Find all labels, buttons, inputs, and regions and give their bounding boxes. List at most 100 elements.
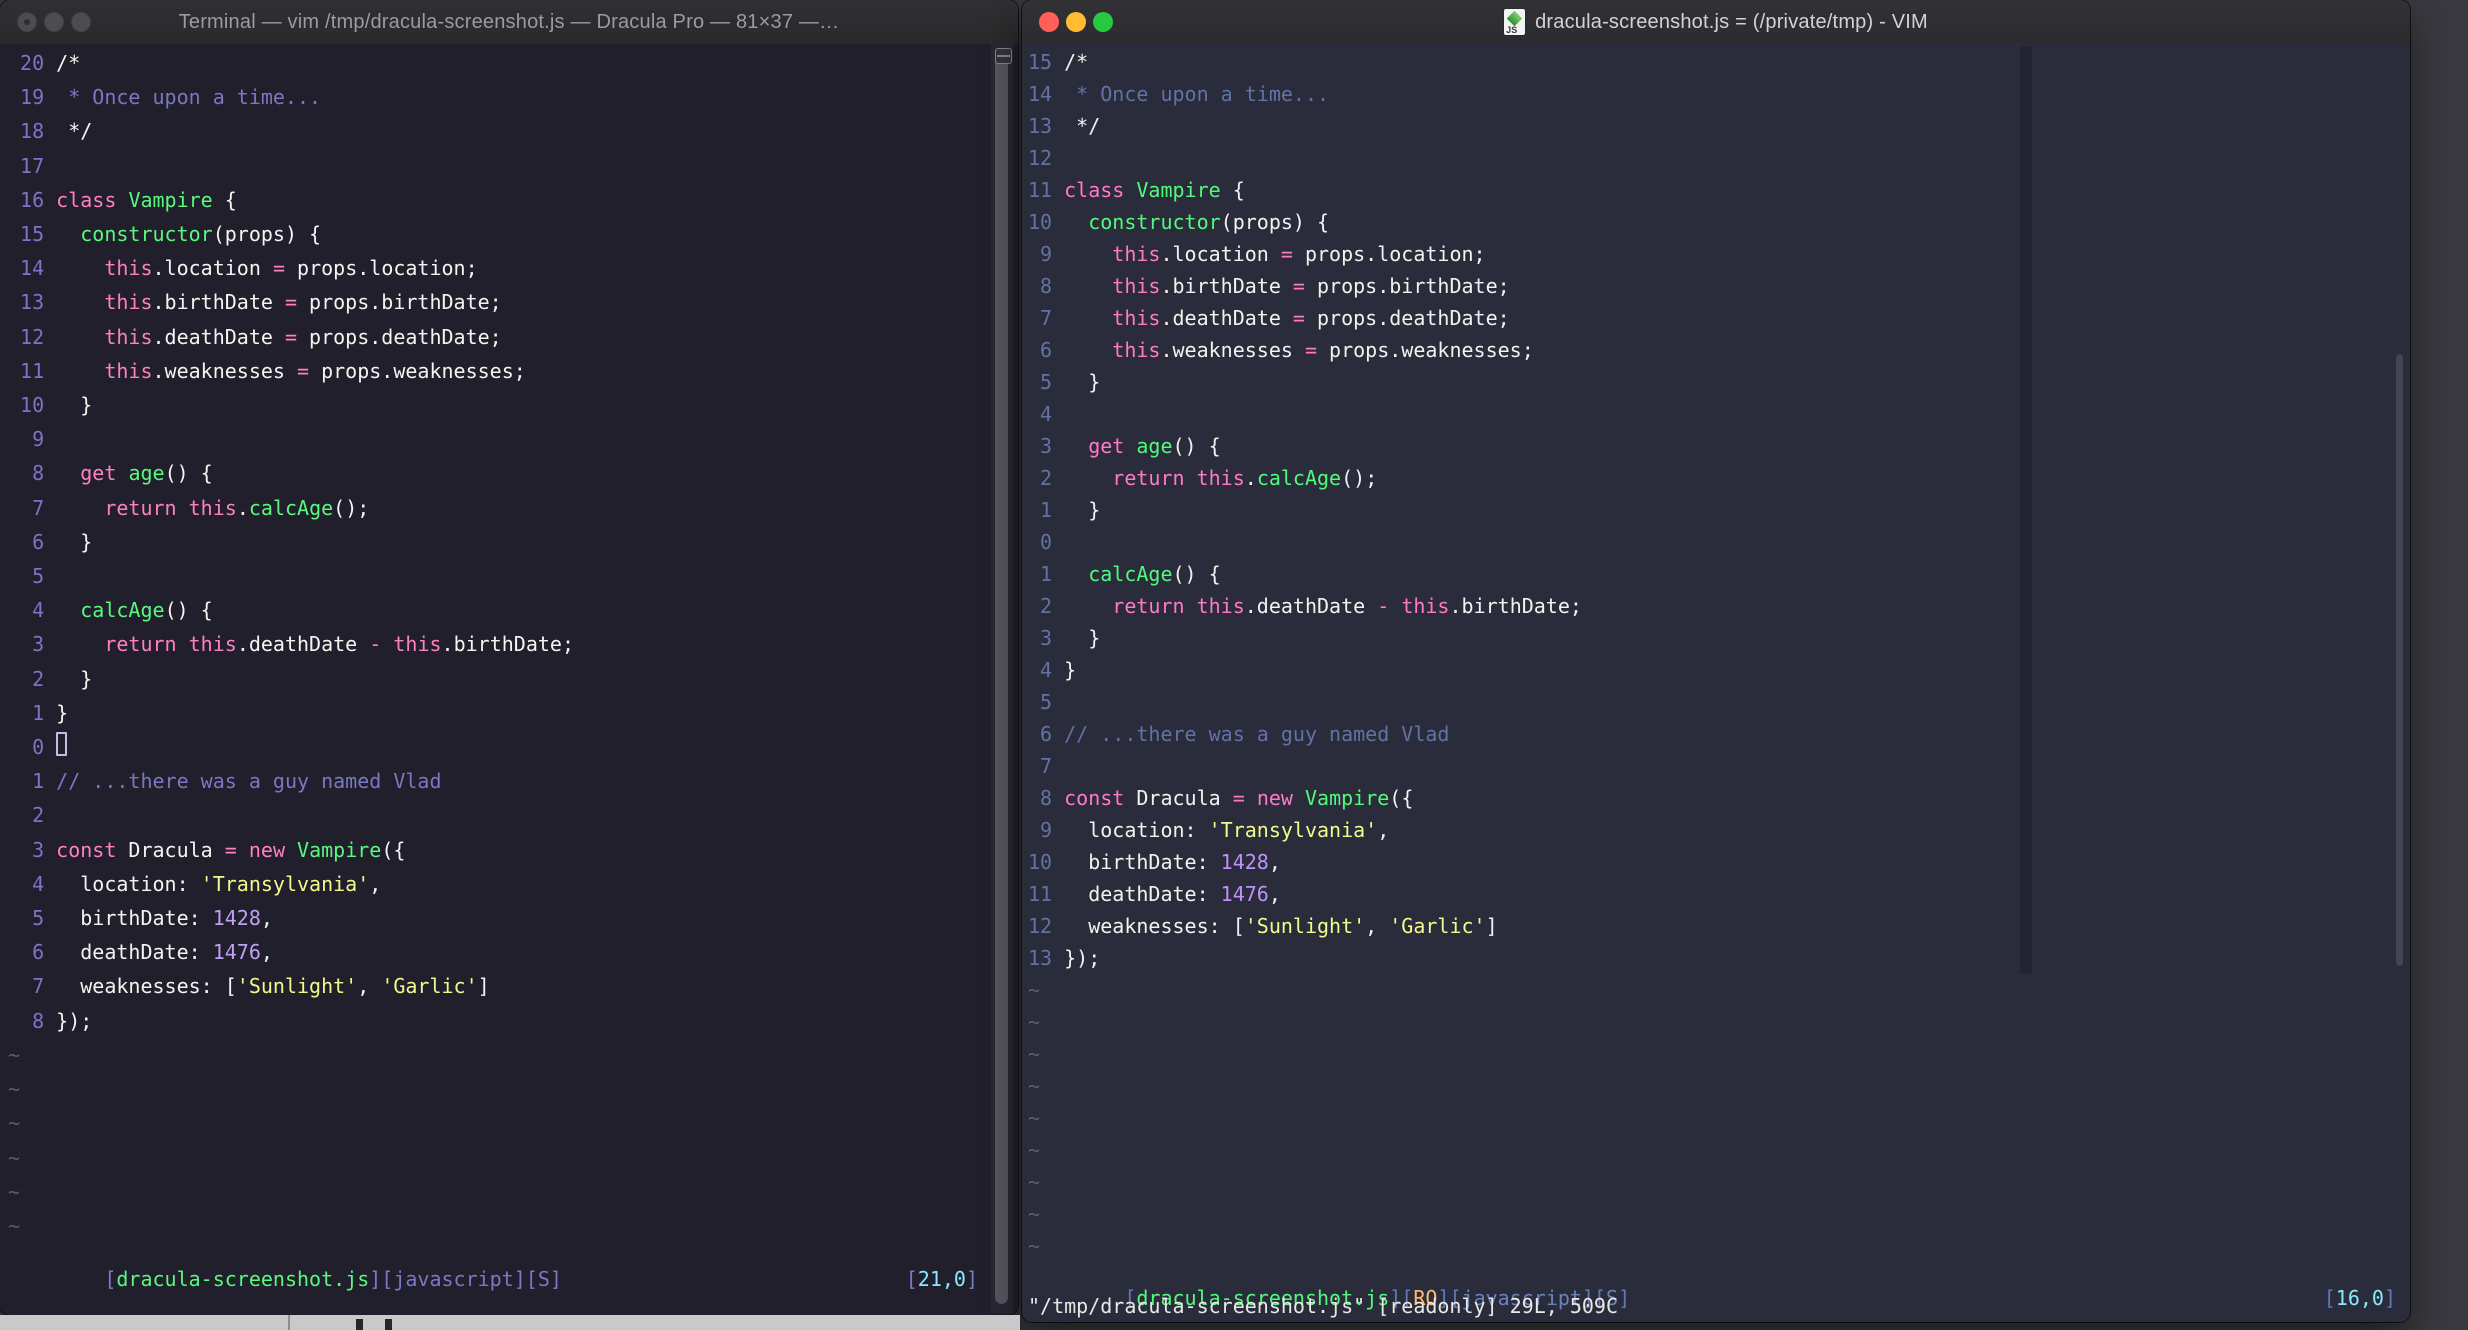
- traffic-lights: [17, 12, 91, 32]
- scrollbar[interactable]: [991, 44, 1013, 1313]
- code-line: 8 const Dracula = new Vampire({: [1028, 786, 1414, 810]
- code-line: 5 birthDate: 1428,: [8, 906, 273, 931]
- code-line: 4: [1028, 402, 1065, 426]
- code-line: ~: [1028, 1106, 1041, 1130]
- code-line: 3 get age() {: [1028, 434, 1221, 458]
- zoom-button[interactable]: [71, 12, 91, 32]
- code-line: ~: [1028, 1138, 1041, 1162]
- code-line: 0: [1028, 530, 1065, 554]
- terminal-window-title: Terminal — vim /tmp/dracula-screenshot.j…: [179, 11, 840, 34]
- code-line: 5: [1028, 690, 1065, 714]
- code-line: 10 birthDate: 1428,: [1028, 850, 1281, 874]
- code-line: 8 this.birthDate = props.birthDate;: [1028, 274, 1510, 298]
- minimize-button[interactable]: [44, 12, 64, 32]
- close-button[interactable]: [17, 12, 37, 32]
- code-buffer: 20 /* 19 * Once upon a time... 18 */ 17 …: [8, 46, 574, 1243]
- code-line: 5: [8, 564, 57, 589]
- code-line: 14 this.location = props.location;: [8, 256, 478, 281]
- code-line: 4 }: [1028, 658, 1077, 682]
- code-line: 11 this.weaknesses = props.weaknesses;: [8, 358, 526, 383]
- zoom-button[interactable]: [1093, 12, 1113, 32]
- code-line: 18 */: [8, 119, 93, 144]
- code-line: 13 */: [1028, 114, 1101, 138]
- code-line: 1 // ...there was a guy named Vlad: [8, 769, 442, 794]
- vim-editor-terminal[interactable]: 20 /* 19 * Once upon a time... 18 */ 17 …: [0, 44, 1018, 1315]
- code-line: 4 location: 'Transylvania',: [8, 871, 382, 896]
- macvim-window-title: JS dracula-screenshot.js = (/private/tmp…: [1504, 9, 1928, 35]
- code-line: 8 get age() {: [8, 461, 213, 486]
- vim-message-line: "/tmp/dracula-screenshot.js" [readonly] …: [1028, 1294, 1619, 1318]
- minimize-button[interactable]: [1066, 12, 1086, 32]
- code-line: 9: [8, 427, 57, 452]
- split-pane-icon[interactable]: [995, 48, 1012, 64]
- code-line: 3 const Dracula = new Vampire({: [8, 837, 406, 862]
- code-line: 15 /*: [1028, 50, 1089, 74]
- code-line: 14 * Once upon a time...: [1028, 82, 1330, 106]
- background-window-divider: [288, 1315, 290, 1330]
- code-buffer: 15 /* 14 * Once upon a time... 13 */ 12 11 …: [1028, 46, 1582, 1262]
- code-line: 13 });: [1028, 946, 1101, 970]
- background-text-fragment: [356, 1319, 392, 1330]
- code-line: 0: [8, 730, 574, 764]
- code-line: 6 }: [8, 529, 93, 554]
- code-line: 11 deathDate: 1476,: [1028, 882, 1281, 906]
- code-line: 8 });: [8, 1008, 93, 1033]
- desktop: Terminal — vim /tmp/dracula-screenshot.j…: [0, 0, 2468, 1330]
- code-line: 17: [8, 153, 57, 178]
- macvim-titlebar[interactable]: JS dracula-screenshot.js = (/private/tmp…: [1022, 0, 2410, 45]
- macvim-window: JS dracula-screenshot.js = (/private/tmp…: [1022, 0, 2410, 1322]
- code-line: ~: [8, 1042, 21, 1067]
- code-line: ~: [8, 1111, 21, 1136]
- code-line: ~: [1028, 1202, 1041, 1226]
- ruler-cursor-position: [21,0]: [905, 1267, 978, 1291]
- code-line: ~: [1028, 1170, 1041, 1194]
- code-line: 2 }: [8, 666, 93, 691]
- code-line: 12: [1028, 146, 1065, 170]
- code-line: 4 calcAge() {: [8, 598, 213, 623]
- terminal-window: Terminal — vim /tmp/dracula-screenshot.j…: [0, 0, 1018, 1315]
- code-line: 7 return this.calcAge();: [8, 495, 370, 520]
- terminal-title-text: Terminal — vim /tmp/dracula-screenshot.j…: [178, 10, 840, 33]
- code-line: 7 this.deathDate = props.deathDate;: [1028, 306, 1510, 330]
- vim-editor-macvim[interactable]: 15 /* 14 * Once upon a time... 13 */ 12 11 …: [1022, 44, 2410, 1322]
- vim-statusline: [dracula-screenshot.js][javascript][S]: [8, 1243, 562, 1315]
- code-line: ~: [8, 1179, 21, 1204]
- scrollbar-thumb[interactable]: [995, 48, 1008, 1304]
- code-line: ~: [8, 1077, 21, 1102]
- code-line: 1 calcAge() {: [1028, 562, 1221, 586]
- code-line: 2: [8, 803, 57, 828]
- document-js-icon: JS: [1504, 9, 1526, 35]
- code-line: ~: [1028, 1074, 1041, 1098]
- code-line: 2 return this.calcAge();: [1028, 466, 1378, 490]
- terminal-titlebar[interactable]: Terminal — vim /tmp/dracula-screenshot.j…: [0, 0, 1018, 45]
- macvim-title-text: dracula-screenshot.js = (/private/tmp) -…: [1535, 10, 1928, 33]
- code-line: ~: [8, 1213, 21, 1238]
- code-line: ~: [1028, 1234, 1041, 1258]
- code-line: 12 this.deathDate = props.deathDate;: [8, 324, 502, 349]
- code-line: 1 }: [8, 700, 69, 725]
- code-line: 5 }: [1028, 370, 1101, 394]
- code-line: ~: [8, 1145, 21, 1170]
- traffic-lights: [1039, 12, 1113, 32]
- code-line: 9 location: 'Transylvania',: [1028, 818, 1390, 842]
- code-line: ~: [1028, 978, 1041, 1002]
- code-line: 20 /*: [8, 51, 81, 75]
- code-line: 2 return this.deathDate - this.birthDate…: [1028, 594, 1582, 618]
- code-line: 3 return this.deathDate - this.birthDate…: [8, 632, 574, 657]
- code-line: 1 }: [1028, 498, 1101, 522]
- code-line: 15 constructor(props) {: [8, 222, 322, 247]
- ruler-cursor-position: [16,0]: [2323, 1286, 2396, 1310]
- statusline-file-info: [dracula-screenshot.js][javascript][S]: [104, 1267, 562, 1291]
- code-line: 3 }: [1028, 626, 1101, 650]
- code-line: 11 class Vampire {: [1028, 178, 1245, 202]
- close-button[interactable]: [1039, 12, 1059, 32]
- code-line: 10 }: [8, 393, 93, 418]
- code-line: ~: [1028, 1042, 1041, 1066]
- code-line: ~: [1028, 1010, 1041, 1034]
- code-line: 6 deathDate: 1476,: [8, 940, 273, 965]
- code-line: 19 * Once upon a time...: [8, 85, 322, 110]
- code-line: 9 this.location = props.location;: [1028, 242, 1486, 266]
- scrollbar-thumb[interactable]: [2396, 354, 2403, 966]
- background-window-fragment: [0, 1315, 1020, 1330]
- code-line: 7: [1028, 754, 1065, 778]
